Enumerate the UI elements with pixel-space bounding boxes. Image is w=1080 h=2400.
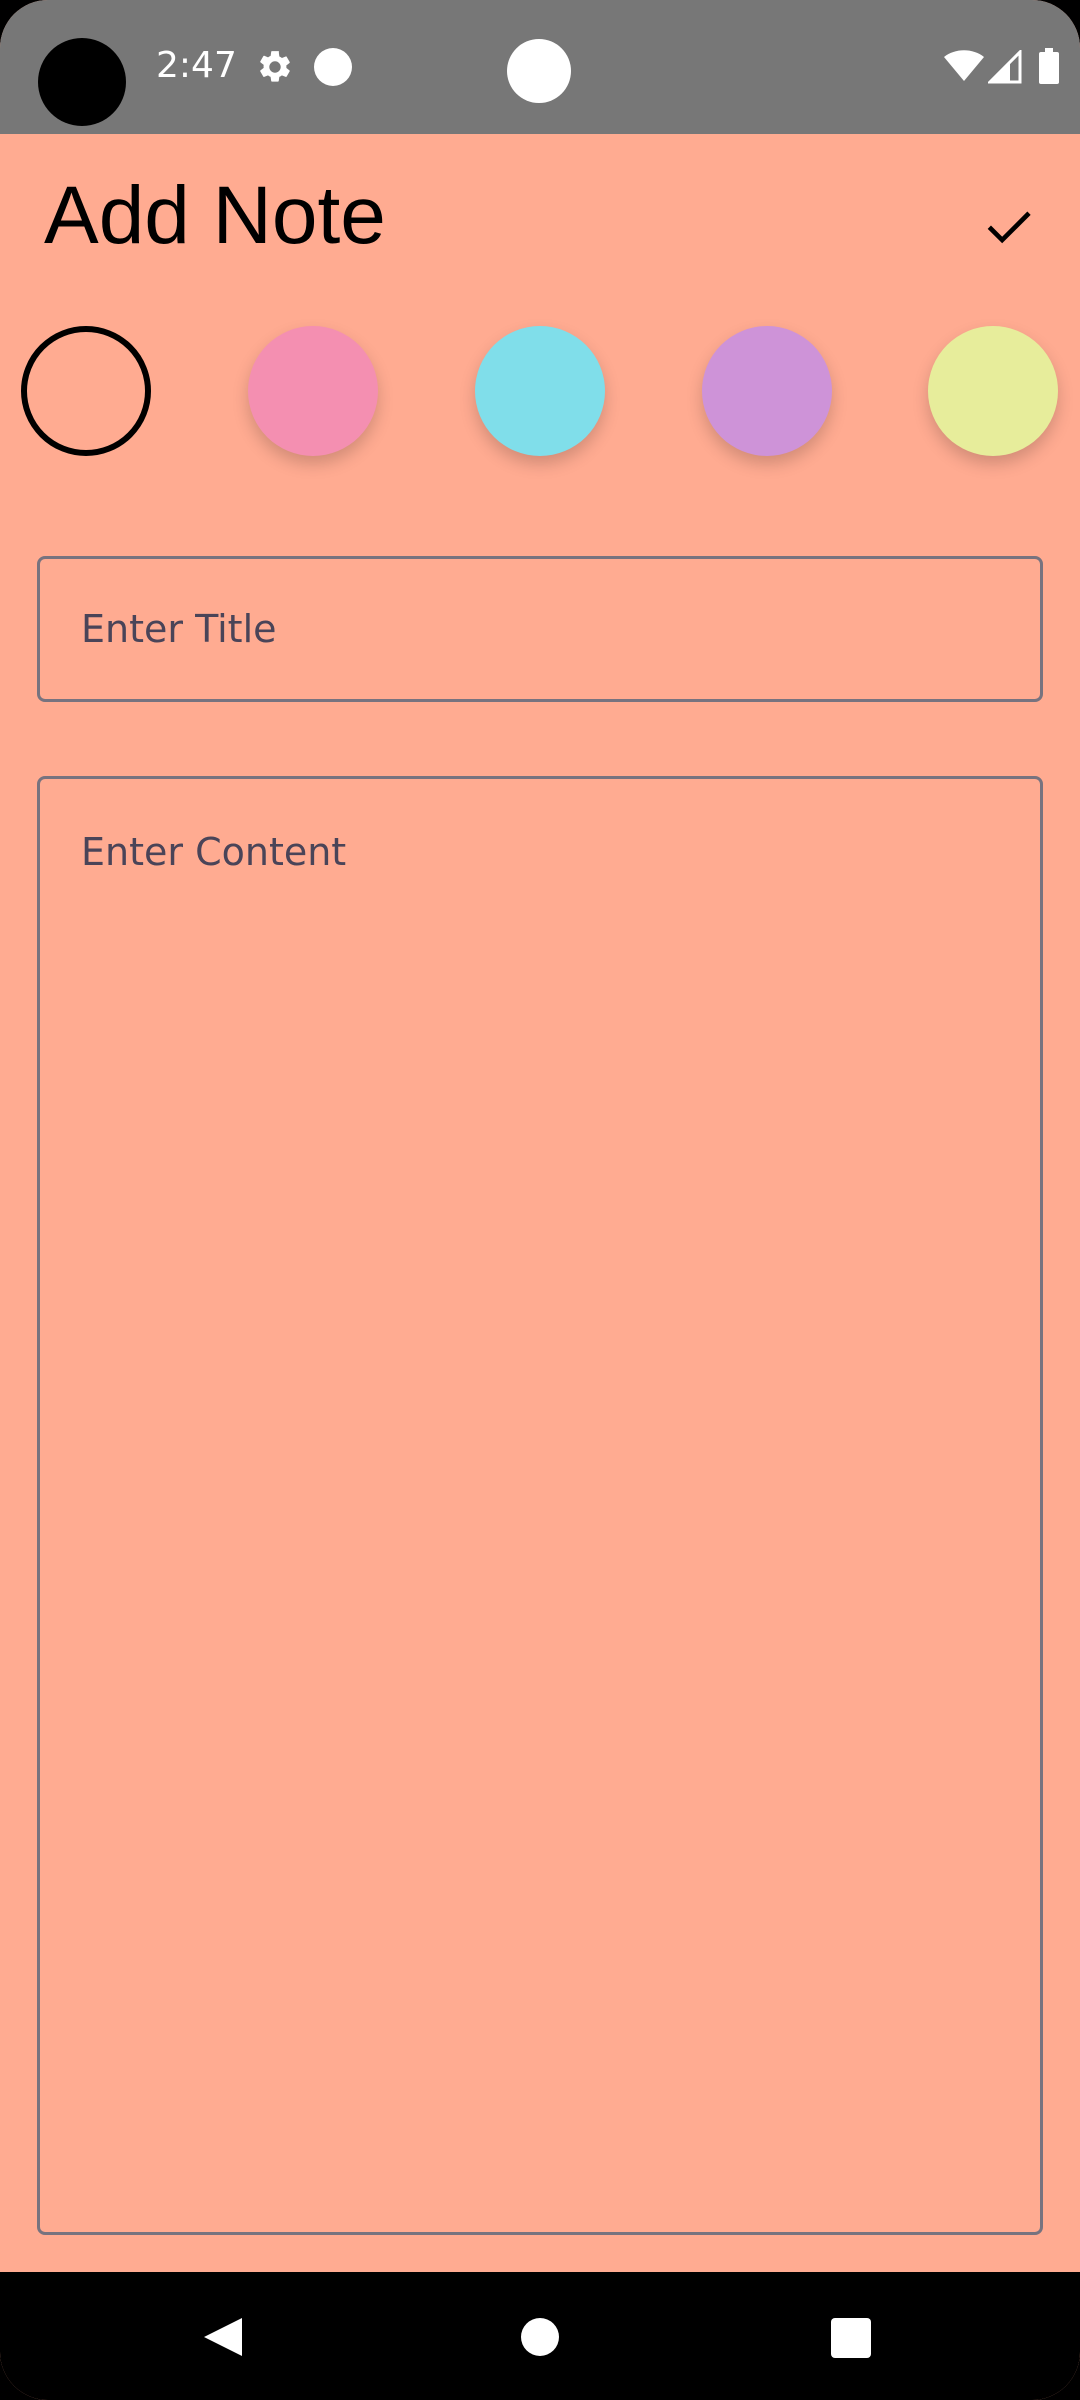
- save-note-button[interactable]: [968, 186, 1048, 266]
- color-swatch-cyan[interactable]: [475, 326, 605, 456]
- notification-dot-icon: [314, 48, 352, 86]
- navigation-bar: [0, 2272, 1080, 2400]
- check-icon: [987, 211, 1031, 244]
- camera-indicator-dot: [507, 39, 571, 103]
- recents-icon[interactable]: [831, 2318, 871, 2358]
- color-swatch-yellow[interactable]: [928, 326, 1058, 456]
- content-placeholder: Enter Content: [81, 830, 347, 874]
- color-swatch-purple[interactable]: [702, 326, 832, 456]
- wifi-icon: [944, 50, 984, 81]
- color-swatch-peach[interactable]: [21, 326, 151, 456]
- gear-icon: [260, 51, 290, 82]
- title-input[interactable]: Enter Title: [37, 556, 1043, 702]
- camera-cutout: [38, 38, 126, 126]
- home-icon[interactable]: [521, 2318, 559, 2356]
- status-time: 2:47: [156, 45, 237, 86]
- cell-signal-icon: [988, 50, 1022, 84]
- title-placeholder: Enter Title: [81, 607, 277, 651]
- content-input[interactable]: Enter Content: [37, 776, 1043, 2235]
- page-title: Add Note: [44, 170, 386, 261]
- battery-icon: [1039, 48, 1059, 84]
- color-swatch-pink[interactable]: [248, 326, 378, 456]
- back-icon[interactable]: [204, 2316, 246, 2358]
- status-bar: 2:47: [0, 0, 1080, 134]
- add-note-screen: 2:47 Add Note Enter Title Enter Content: [0, 0, 1080, 2400]
